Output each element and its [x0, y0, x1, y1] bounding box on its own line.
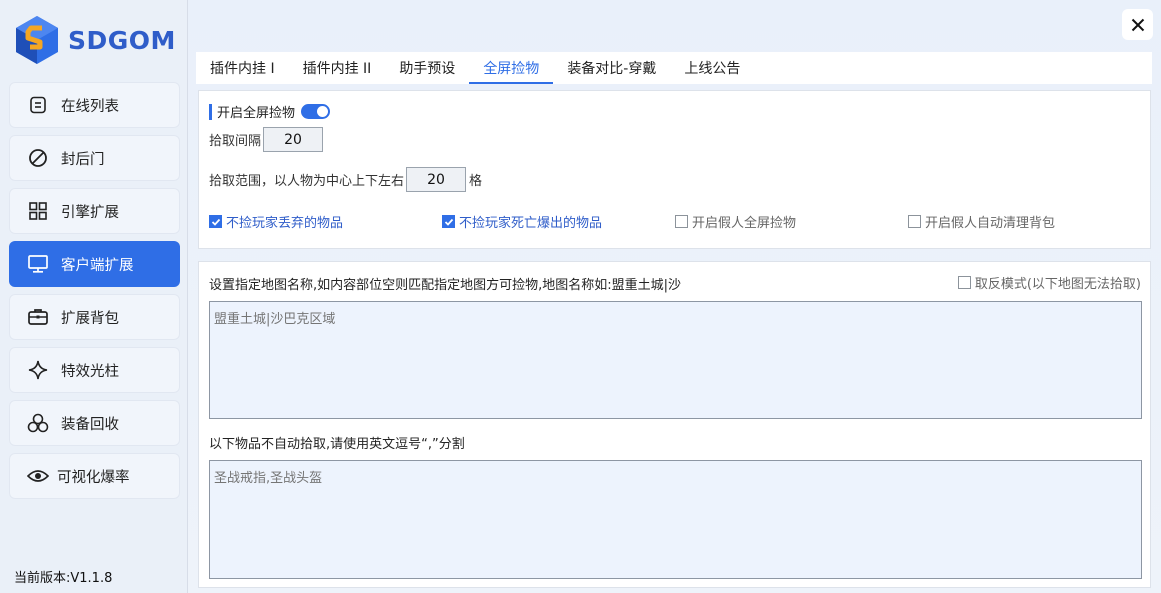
map-filter-label: 设置指定地图名称,如内容部位空则匹配指定地图方可捡物,地图名称如:盟重土城|沙 [209, 278, 682, 293]
checkbox-empty-icon[interactable] [908, 215, 921, 228]
range-row: 拾取范围，以人物为中心上下左右 格 [209, 167, 482, 192]
sidebar-item-label: 客户端扩展 [61, 257, 134, 274]
checkbox-empty-icon[interactable] [675, 215, 688, 228]
recycle-icon [27, 412, 49, 434]
exclude-items-label: 以下物品不自动拾取,请使用英文逗号“,”分割 [209, 437, 465, 452]
sidebar-item-label: 可视化爆率 [57, 469, 130, 486]
interval-label: 拾取间隔 [209, 134, 262, 149]
list-icon [27, 94, 49, 116]
sdgom-logo-icon [12, 14, 62, 66]
checkbox-checked-icon[interactable] [209, 215, 222, 228]
sidebar-item-equip-recycle[interactable]: 装备回收 [9, 400, 180, 446]
sidebar-item-label: 封后门 [61, 151, 105, 168]
sidebar-item-engine-ext[interactable]: 引擎扩展 [9, 188, 180, 234]
option-label: 不捡玩家丢弃的物品 [226, 216, 344, 231]
option-bot-clean-bag[interactable]: 开启假人自动清理背包 [908, 212, 1055, 231]
tab-plugin-2[interactable]: 插件内挂 II [289, 52, 386, 84]
bag-icon [27, 306, 49, 328]
sidebar-item-label: 扩展背包 [61, 310, 119, 327]
checkbox-checked-icon[interactable] [442, 215, 455, 228]
tab-plugin-1[interactable]: 插件内挂 I [196, 52, 289, 84]
sparkle-icon [27, 359, 49, 381]
interval-row: 拾取间隔 [209, 127, 324, 152]
range-unit-label: 格 [469, 174, 483, 189]
option-label: 不捡玩家死亡爆出的物品 [459, 216, 603, 231]
sidebar-item-drop-rate[interactable]: 可视化爆率 [9, 453, 180, 499]
tab-equip-compare[interactable]: 装备对比-穿戴 [553, 52, 670, 84]
monitor-icon [27, 253, 49, 275]
version-label: 当前版本:V1.1.8 [14, 571, 113, 586]
pickup-section-title: 开启全屏捡物 [209, 102, 331, 121]
sidebar-item-label: 引擎扩展 [61, 204, 119, 221]
sidebar-item-block-backdoor[interactable]: 封后门 [9, 135, 180, 181]
close-button[interactable] [1122, 9, 1153, 40]
interval-input[interactable] [263, 127, 324, 152]
tab-assistant-preset[interactable]: 助手预设 [385, 52, 469, 84]
range-label: 拾取范围，以人物为中心上下左右 [209, 174, 405, 189]
tab-fullscreen-pickup[interactable]: 全屏捡物 [469, 52, 554, 84]
invert-mode-label: 取反模式(以下地图无法拾取) [974, 277, 1141, 292]
grid-icon [27, 200, 49, 222]
exclude-items-textarea[interactable] [209, 460, 1142, 579]
sidebar-item-extend-bag[interactable]: 扩展背包 [9, 294, 180, 340]
brand-name: SDGOM [68, 25, 176, 55]
invert-mode-checkbox[interactable]: 取反模式(以下地图无法拾取) [957, 273, 1141, 292]
option-skip-dropped[interactable]: 不捡玩家丢弃的物品 [209, 212, 343, 231]
pickup-title-label: 开启全屏捡物 [217, 106, 296, 121]
checkbox-empty-icon[interactable] [957, 276, 971, 289]
option-skip-death-drop[interactable]: 不捡玩家死亡爆出的物品 [442, 212, 602, 231]
map-names-textarea[interactable] [209, 301, 1142, 419]
block-icon [27, 147, 49, 169]
pickup-enable-toggle[interactable] [301, 104, 331, 119]
main-content: 插件内挂 I 插件内挂 II 助手预设 全屏捡物 装备对比-穿戴 上线公告 开启… [188, 0, 1161, 593]
tab-bar: 插件内挂 I 插件内挂 II 助手预设 全屏捡物 装备对比-穿戴 上线公告 [196, 52, 1152, 84]
pickup-settings-panel: 开启全屏捡物 拾取间隔 拾取范围，以人物为中心上下左右 格 不捡玩家丢弃的物品 … [198, 90, 1151, 249]
option-bot-pickup[interactable]: 开启假人全屏捡物 [675, 212, 796, 231]
range-input[interactable] [406, 167, 467, 192]
sidebar-item-label: 特效光柱 [61, 363, 119, 380]
option-label: 开启假人自动清理背包 [925, 216, 1056, 231]
sidebar-nav: 在线列表 封后门 引擎扩展 客户端扩展 扩展背包 特效光柱 装备回收 可视化爆率 [9, 82, 180, 506]
option-label: 开启假人全屏捡物 [692, 216, 797, 231]
sidebar-item-label: 在线列表 [61, 98, 119, 115]
close-icon [1131, 18, 1144, 31]
eye-icon [27, 465, 49, 487]
sidebar-item-online-list[interactable]: 在线列表 [9, 82, 180, 128]
map-filter-panel: 设置指定地图名称,如内容部位空则匹配指定地图方可捡物,地图名称如:盟重土城|沙 … [198, 261, 1151, 588]
brand-logo: SDGOM [12, 14, 176, 66]
tab-login-notice[interactable]: 上线公告 [670, 52, 754, 84]
sidebar: SDGOM 在线列表 封后门 引擎扩展 客户端扩展 扩展背包 特效光柱 装备回收… [0, 0, 188, 593]
title-accent-bar [209, 103, 212, 120]
sidebar-item-client-ext[interactable]: 客户端扩展 [9, 241, 180, 287]
sidebar-item-effect-beam[interactable]: 特效光柱 [9, 347, 180, 393]
sidebar-item-label: 装备回收 [61, 416, 119, 433]
